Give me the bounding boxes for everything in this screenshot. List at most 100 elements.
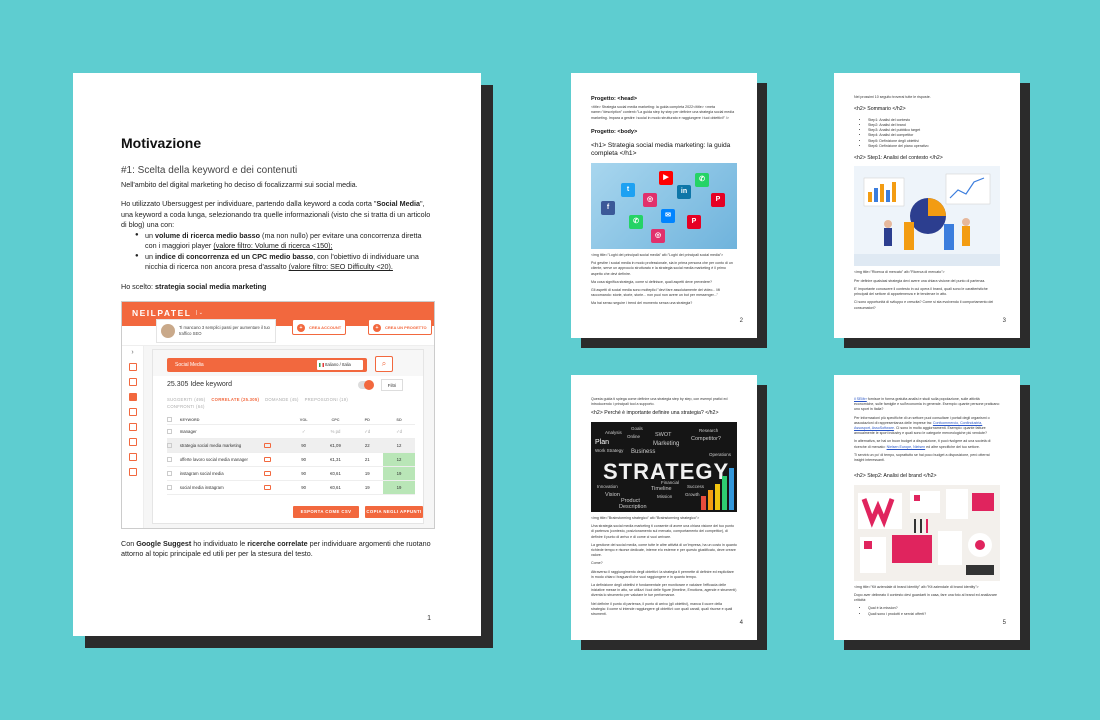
trend-icon	[264, 484, 272, 490]
paragraph: Ti servirà un po' di tempo, soprattutto …	[854, 452, 990, 463]
paragraph: il SEMrr fornisce in forma gratuita anal…	[854, 397, 1000, 412]
paragraph-intro: Nell'ambito del digital marketing ho dec…	[121, 180, 358, 189]
chosen-keyword: Ho scelto: strategia social media market…	[121, 281, 267, 291]
page-number: 4	[739, 620, 743, 627]
research-links: Nielsen Europe, Nielsen	[886, 444, 926, 449]
ubersuggest-screenshot: NEILPATEL | ⌄ Ti mancano 3 semplici pass…	[121, 300, 435, 529]
create-project-button: + CREA UN PROGETTO	[368, 318, 432, 335]
sidebar-icon	[128, 377, 137, 386]
page-title: Motivazione	[121, 135, 202, 151]
page-5: il SEMrr fornisce in forma gratuita anal…	[834, 375, 1020, 640]
social-media-cubes-image: f t ◎ ▶ in ✆ P ✆ ✉ P ◎	[591, 162, 737, 249]
chevron-right-icon: ›	[131, 348, 134, 356]
paragraph-method: Ho utilizzato Ubersuggest per individuar…	[121, 199, 431, 230]
sidebar-icon	[128, 422, 137, 431]
strategy-blackboard-image: Goals Analysis Online SWOT Plan Marketin…	[591, 421, 737, 512]
paragraph: La gestione dei social media, come tutte…	[591, 542, 737, 558]
paragraph: Per informazioni più specifiche di un se…	[854, 415, 990, 436]
page-1: Motivazione #1: Scelta della keyword e d…	[73, 73, 481, 636]
tab-suggested: SUGGERITI (495)	[167, 396, 206, 402]
tab-comparisons: CONFRONTI (64)	[167, 404, 205, 410]
sidebar-icon	[128, 437, 137, 446]
image-caption: <img title="Loghi dei principali social …	[591, 252, 724, 257]
paragraph: Ci sono opportunità di sviluppo e cresci…	[854, 300, 994, 310]
keyword-tabs: SUGGERITI (495) CORRELATE (25.305) DOMAN…	[167, 396, 397, 410]
language-select: Italiano / Italia	[317, 359, 363, 370]
keyword-ideas-card: Social Media Italiano / Italia ⌕ 25.305 …	[152, 348, 424, 524]
table-row: strategia social media marketing 90 €1,09…	[167, 438, 415, 454]
ubersuggest-toolbar: Ti mancano 3 semplici passi per aumentar…	[122, 318, 434, 346]
sidebar-icon	[128, 452, 137, 461]
page-number: 3	[1002, 318, 1006, 325]
bullet-difficulty: un indice di concorrenza ed un CPC medio…	[135, 252, 433, 273]
intro-text: Nel prossimi 10 seguito troverai tutte l…	[854, 95, 931, 99]
paragraph: Per definire qualsiasi strategia devi av…	[854, 278, 986, 283]
head-heading: Progetto: <head>	[591, 96, 638, 102]
keyword-table: KEYWORD VOL CPC PD SD manager ✓% pd ✓d ✓d …	[167, 415, 415, 496]
image-caption: <img title="Brainstorming strategico" al…	[591, 515, 700, 520]
page-4: Questa guida ti spiega come definire una…	[571, 375, 757, 640]
paragraph: Poi gestire i social media in modo profe…	[591, 261, 733, 276]
tab-questions: DOMANDE (45)	[265, 396, 299, 402]
page-3: Nel prossimi 10 seguito troverai tutte l…	[834, 73, 1020, 338]
intro-text: Questa guida ti spiega come definire una…	[591, 397, 728, 407]
body-heading: Progetto: <body>	[591, 128, 638, 135]
table-row: social media instagram 90 €0,61 19 19	[167, 480, 415, 496]
brand-identity-kit-image	[854, 484, 1000, 581]
page-number: 5	[1002, 620, 1006, 627]
table-row: offerte lavoro social media manager 90 €1…	[167, 452, 415, 468]
brand-questions-list: Qual è la mission? Quali sono i prodotti…	[868, 606, 1000, 616]
page-2: Progetto: <head> <title> Strategia socia…	[571, 73, 757, 338]
logo-dropdown-icon: | ⌄	[196, 309, 203, 316]
section-heading: #1: Scelta della keyword e dei contenuti	[121, 165, 298, 176]
paragraph: Una strategia social media marketing ti …	[591, 524, 735, 539]
trend-icon	[264, 470, 272, 476]
summary-heading: <h2> Sommario </h2>	[854, 106, 906, 113]
export-csv-button: ESPORTA COME CSV	[293, 505, 359, 518]
tab-related: CORRELATE (25.305)	[211, 396, 260, 402]
toggle-switch	[358, 379, 374, 390]
paragraph-closing: Con Google Suggest ho individuato le ric…	[121, 538, 431, 559]
paragraph: E' importante conoscere il contesto in c…	[854, 286, 988, 297]
trend-icon	[264, 456, 272, 462]
italy-flag-icon	[319, 362, 324, 367]
h1-heading: <h1> Strategia social media marketing: l…	[591, 141, 731, 158]
paragraph: In alternativa, se hai un buon budget a …	[854, 439, 991, 449]
list-item: Quali sono i prodotti e servizi offerti?	[868, 612, 1000, 617]
paragraph: Ma cosa significa strategia, come si def…	[591, 279, 713, 284]
image-caption: <img title="Kit aziendale di brand ident…	[854, 584, 979, 589]
search-input: Social Media Italiano / Italia	[167, 357, 367, 372]
sidebar-icon	[128, 362, 137, 371]
paragraph: Ma hai senso seguire i trend del momento…	[591, 301, 693, 306]
step1-heading: <h2> Step1: Analisi del contesto </h2>	[854, 154, 943, 161]
istat-link: il SEMrr	[854, 397, 867, 401]
table-row: manager ✓% pd ✓d ✓d	[167, 424, 415, 440]
tab-prepositions: PREPOSIZIONI (19)	[304, 396, 349, 402]
page-number: 2	[739, 318, 743, 325]
copy-clipboard-button: COPIA NEGLI APPUNTI	[365, 505, 423, 518]
table-row: instagram social media 90 €0,61 19 19	[167, 466, 415, 482]
paragraph: Dopo aver delineato il contesto devi gua…	[854, 592, 998, 603]
avatar	[161, 323, 175, 338]
paragraph: La definizione degli obiettivi è fondame…	[591, 582, 737, 598]
page-number: 1	[427, 615, 431, 622]
image-caption: <img title="Ricerca di mercato" alt="Ric…	[854, 270, 945, 275]
bullet-volume: un volume di ricerca medio basso (ma non…	[135, 231, 433, 252]
table-header: KEYWORD VOL CPC PD SD	[167, 415, 415, 426]
paragraph: Gli aspetti di social media sono moltepl…	[591, 287, 721, 298]
search-icon: ⌕	[375, 355, 393, 372]
neilpatel-logo: NEILPATEL	[132, 307, 192, 318]
paragraph: Attraverso il raggiungimento degli obiet…	[591, 569, 734, 579]
create-account-button: + CREA ACCOUNT	[292, 318, 347, 335]
list-item: Step6: Definizione del piano operativo	[868, 144, 1000, 149]
filters-button: Filtri	[381, 378, 403, 391]
head-text: <title> Strategia social media marketing…	[591, 105, 735, 120]
ubersuggest-sidebar: ›	[122, 345, 144, 528]
paragraph: Come?	[591, 561, 603, 566]
sidebar-icon	[128, 467, 137, 476]
sidebar-icon	[128, 407, 137, 416]
paragraph: Nel definire il punto di partenza, il pu…	[591, 601, 733, 616]
keyword-count: 25.305 Idee keyword	[167, 380, 232, 388]
step2-heading: <h2> Step2: Analisi del brand </h2>	[854, 473, 937, 480]
summary-list: Step1: Analisi del contesto Step2: Anali…	[868, 118, 1000, 149]
